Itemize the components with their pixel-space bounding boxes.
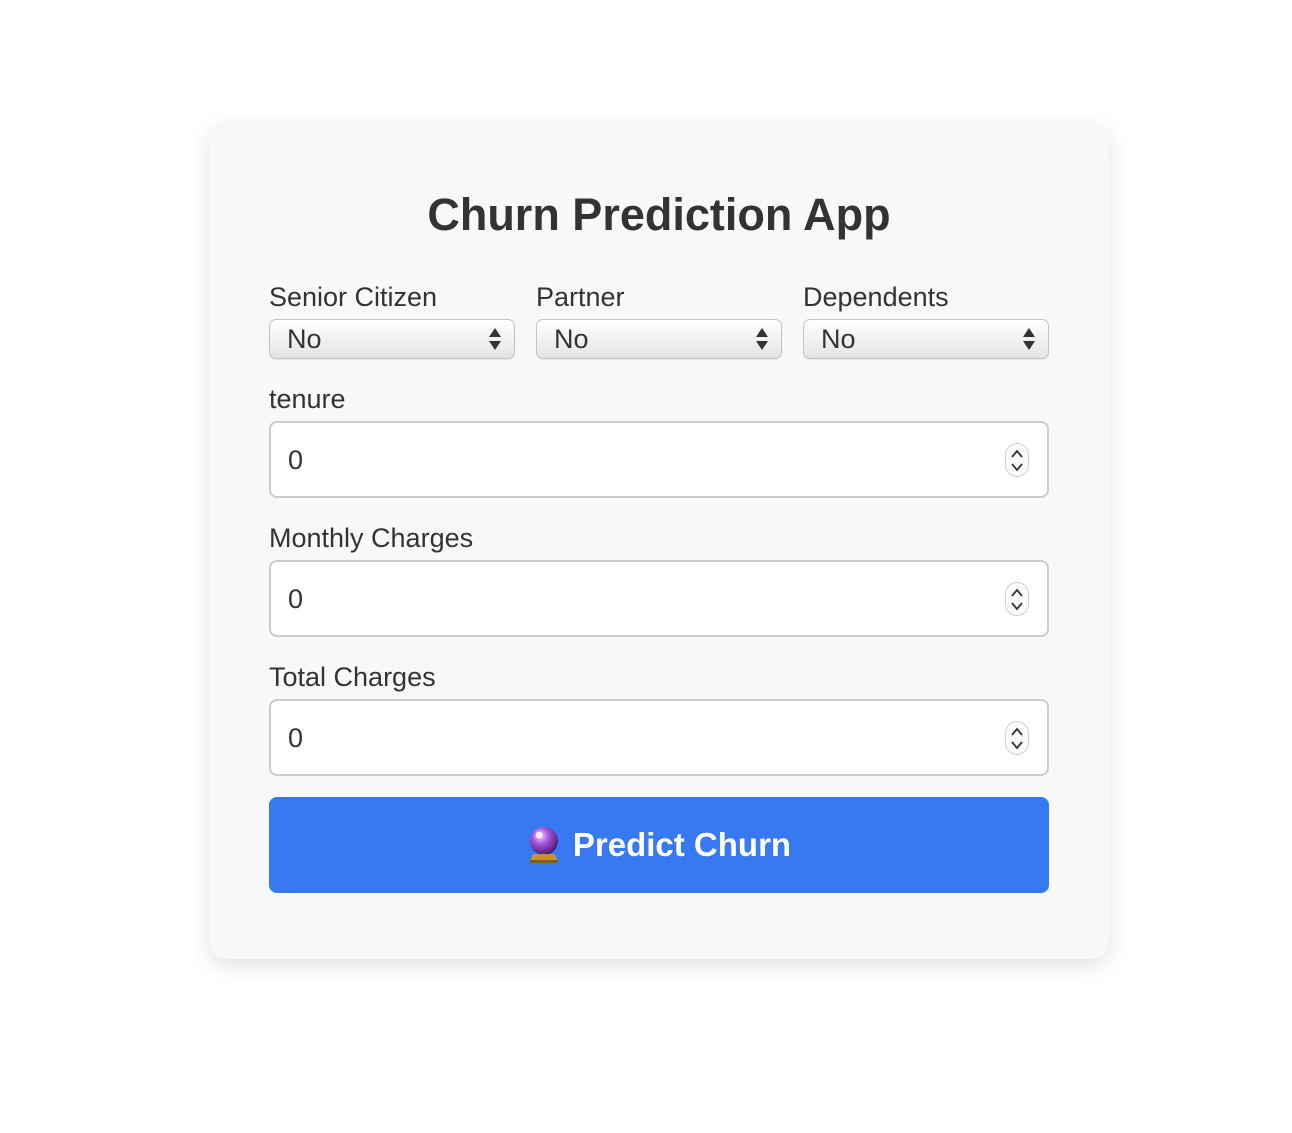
total-charges-label: Total Charges — [269, 662, 436, 692]
dependents-label: Dependents — [803, 282, 949, 312]
tenure-stepper[interactable] — [1005, 443, 1029, 477]
chevron-up-icon[interactable] — [1011, 588, 1023, 598]
chevron-down-icon[interactable] — [1011, 462, 1023, 472]
form-card: Churn Prediction App Senior Citizen No P… — [209, 123, 1109, 959]
senior-citizen-label: Senior Citizen — [269, 282, 438, 312]
select-arrows-icon — [1023, 328, 1035, 350]
senior-citizen-value: No — [287, 324, 322, 354]
predict-churn-button[interactable]: Predict Churn — [269, 797, 1049, 893]
predict-churn-label: Predict Churn — [572, 826, 792, 863]
dependents-select[interactable]: No — [803, 319, 1049, 359]
tenure-value: 0 — [288, 445, 304, 475]
chevron-up-icon[interactable] — [1011, 449, 1023, 459]
monthly-charges-group: Monthly Charges 0 — [269, 522, 1049, 637]
monthly-charges-input[interactable]: 0 — [269, 560, 1049, 637]
partner-select[interactable]: No — [536, 319, 782, 359]
crystal-ball-icon — [529, 827, 558, 863]
total-charges-value: 0 — [288, 723, 304, 753]
total-charges-group: Total Charges 0 — [269, 661, 1049, 776]
page-title: Churn Prediction App — [427, 189, 891, 240]
senior-citizen-group: Senior Citizen No — [269, 281, 515, 359]
chevron-down-icon[interactable] — [1011, 601, 1023, 611]
chevron-up-icon[interactable] — [1011, 727, 1023, 737]
tenure-input[interactable]: 0 — [269, 421, 1049, 498]
tenure-group: tenure 0 — [269, 383, 1049, 498]
select-row: Senior Citizen No Partner No Dependents — [269, 281, 1049, 359]
chevron-down-icon[interactable] — [1011, 740, 1023, 750]
select-arrows-icon — [489, 328, 501, 350]
partner-label: Partner — [536, 282, 625, 312]
partner-group: Partner No — [536, 281, 782, 359]
monthly-charges-stepper[interactable] — [1005, 582, 1029, 616]
monthly-charges-value: 0 — [288, 584, 304, 614]
senior-citizen-select[interactable]: No — [269, 319, 515, 359]
tenure-label: tenure — [269, 384, 346, 414]
total-charges-stepper[interactable] — [1005, 721, 1029, 755]
monthly-charges-label: Monthly Charges — [269, 523, 474, 553]
total-charges-input[interactable]: 0 — [269, 699, 1049, 776]
select-arrows-icon — [756, 328, 768, 350]
dependents-value: No — [821, 324, 856, 354]
dependents-group: Dependents No — [803, 281, 1049, 359]
partner-value: No — [554, 324, 589, 354]
